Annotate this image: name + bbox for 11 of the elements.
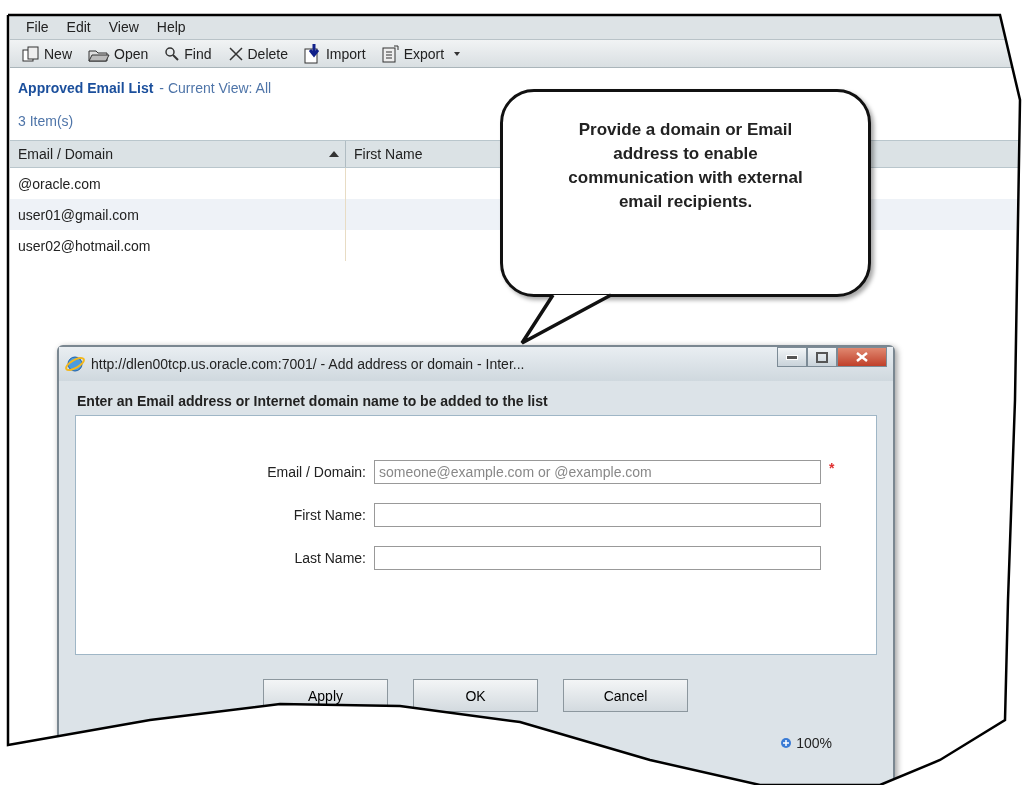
field-label: Email / Domain: (266, 464, 366, 480)
dialog-heading: Enter an Email address or Internet domain name to be added to the list (76, 392, 549, 411)
list-title: Approved Email List (18, 80, 154, 96)
field-label: First Name: (292, 507, 366, 523)
field-label: Last Name: (293, 550, 366, 566)
callout-tooltip: Provide a domain or Email address to enable communication with external email recipients. (500, 89, 871, 297)
current-view-label: - Current View: All (159, 80, 272, 96)
window-title: http://dlen00tcp.us.oracle.com:7001/ - Add address or domain - Inter... (91, 356, 525, 372)
zoom-level: 100% (796, 735, 832, 751)
item-count: 3 Item(s) (18, 113, 74, 129)
required-mark: * (829, 460, 835, 476)
